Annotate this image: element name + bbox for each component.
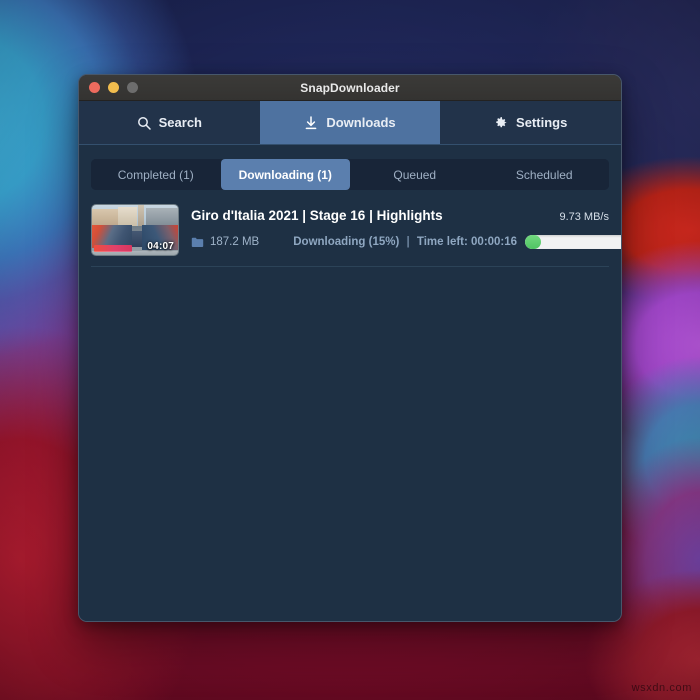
minimize-window-button[interactable] [108,82,119,93]
status-separator: | [406,236,410,248]
video-thumbnail[interactable]: 04:07 [91,204,179,256]
subtab-completed-label: Completed (1) [117,167,194,182]
download-title: Giro d'Italia 2021 | Stage 16 | Highligh… [191,208,443,223]
subtab-downloading-label: Downloading (1) [238,167,332,182]
progress-bar [525,235,621,249]
thumbnail-duration-badge: 04:07 [147,241,174,252]
download-status-line: Downloading (15%) | Time left: 00:00:16 [293,236,517,248]
progress-bar-fill [525,235,542,249]
nav-tab-downloads[interactable]: Downloads [259,101,441,144]
search-icon [137,116,151,130]
download-list: 04:07 Giro d'Italia 2021 | Stage 16 | Hi… [79,200,621,267]
subtab-scheduled-label: Scheduled [515,167,573,182]
download-controls [525,235,621,249]
zoom-window-button[interactable] [127,82,138,93]
watermark: wsxdn.com [631,682,692,694]
download-filesize-label: 187.2 MB [210,236,260,248]
subtab-bar-container: Completed (1) Downloading (1) Queued Sch… [79,145,621,200]
download-row-main: Giro d'Italia 2021 | Stage 16 | Highligh… [191,204,621,256]
nav-tab-settings-label: Settings [516,115,568,130]
subtab-scheduled[interactable]: Scheduled [479,159,609,190]
gear-icon [494,116,508,130]
download-icon [304,115,318,130]
subtab-queued-label: Queued [393,167,437,182]
main-navigation-bar: Search Downloads Settings [79,101,621,145]
subtab-queued[interactable]: Queued [350,159,480,190]
close-window-button[interactable] [89,82,100,93]
subtab-bar: Completed (1) Downloading (1) Queued Sch… [91,159,609,190]
desktop-background: wsxdn.com SnapDownloader Search Download… [0,0,700,700]
download-row[interactable]: 04:07 Giro d'Italia 2021 | Stage 16 | Hi… [91,200,621,267]
subtab-downloading[interactable]: Downloading (1) [220,159,350,190]
download-row-topline: Giro d'Italia 2021 | Stage 16 | Highligh… [191,208,609,223]
nav-tab-search-label: Search [158,115,203,130]
download-status-text: Downloading (15%) [293,236,400,248]
window-titlebar: SnapDownloader [79,75,621,101]
traffic-light-group [79,82,138,93]
nav-tab-downloads-label: Downloads [326,115,396,130]
downloads-content-area: 04:07 Giro d'Italia 2021 | Stage 16 | Hi… [79,200,621,621]
window-title: SnapDownloader [300,80,400,95]
download-speed: 9.73 MB/s [559,211,609,223]
folder-icon[interactable] [191,237,204,248]
subtab-completed[interactable]: Completed (1) [91,159,221,190]
download-time-left: Time left: 00:00:16 [416,236,518,248]
download-filesize: 187.2 MB [191,236,259,248]
nav-tab-settings[interactable]: Settings [440,101,621,144]
nav-tab-search[interactable]: Search [79,101,260,144]
app-window: SnapDownloader Search Downloads Settings… [78,74,622,622]
download-row-bottomline: 187.2 MB Downloading (15%) | Time left: … [191,235,621,249]
